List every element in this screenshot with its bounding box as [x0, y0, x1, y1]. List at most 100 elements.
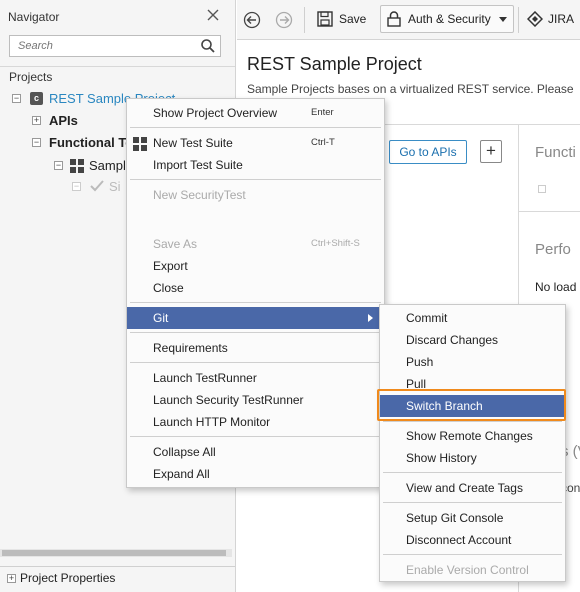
navigator-title: Navigator: [8, 10, 60, 24]
divider: [0, 566, 235, 567]
menu-separator: [130, 362, 381, 363]
menu-item-setup-git-console[interactable]: Setup Git Console: [380, 507, 565, 529]
menu-item-label: Disconnect Account: [406, 533, 512, 547]
menu-item-new-test-suite[interactable]: New Test Suite Ctrl-T: [127, 132, 384, 154]
projects-label: Projects: [9, 70, 53, 84]
save-button[interactable]: Save: [317, 5, 366, 33]
page-title: REST Sample Project: [247, 54, 422, 74]
menu-separator: [383, 421, 562, 422]
expand-icon[interactable]: +: [7, 574, 16, 583]
menu-item-label: Launch TestRunner: [153, 371, 257, 385]
menu-item-shortcut: Enter: [311, 107, 334, 118]
project-properties-label[interactable]: Project Properties: [20, 571, 115, 585]
menu-separator: [130, 332, 381, 333]
jira-button[interactable]: JIRA: [526, 5, 575, 33]
menu-item-git[interactable]: Git: [127, 307, 384, 329]
menu-item-label: Import Test Suite: [153, 158, 243, 172]
menu-item-shortcut: Ctrl+Shift-S: [311, 238, 360, 249]
save-label: Save: [339, 12, 367, 26]
menu-item-discard-changes[interactable]: Discard Changes: [380, 329, 565, 351]
menu-item-label: Launch HTTP Monitor: [153, 415, 271, 429]
menu-item-label: New SecurityTest: [153, 188, 246, 202]
menu-separator: [130, 302, 381, 303]
project-icon: c: [30, 92, 43, 105]
context-menu: Show Project Overview Enter New Test Sui…: [126, 98, 385, 488]
menu-item-label: Show Project Overview: [153, 106, 278, 120]
collapse-icon[interactable]: −: [12, 94, 21, 103]
close-icon[interactable]: [206, 8, 220, 22]
menu-item-import-test-suite[interactable]: Import Test Suite: [127, 154, 384, 176]
menu-item-shortcut: Ctrl-T: [311, 137, 335, 148]
chevron-right-icon: [368, 314, 373, 322]
git-submenu: Commit Discard Changes Push Pull Switch …: [379, 304, 566, 582]
menu-item-close[interactable]: Close: [127, 277, 384, 299]
menu-item-launch-testrunner[interactable]: Launch TestRunner: [127, 367, 384, 389]
test-suite-icon: [70, 159, 84, 173]
menu-item-commit[interactable]: Commit: [380, 307, 565, 329]
menu-item-label: Enable Version Control: [406, 563, 529, 577]
menu-item-label: Expand All: [153, 467, 210, 481]
collapse-icon[interactable]: −: [72, 182, 81, 191]
menu-item-enable-version-control: Enable Version Control: [380, 559, 565, 581]
menu-item-show-project-overview[interactable]: Show Project Overview Enter: [127, 102, 384, 124]
lock-icon: [387, 11, 401, 27]
menu-item-launch-http-monitor[interactable]: Launch HTTP Monitor: [127, 411, 384, 433]
menu-separator: [383, 502, 562, 503]
search-input[interactable]: [10, 36, 190, 56]
menu-item-export[interactable]: Export: [127, 255, 384, 277]
add-button[interactable]: +: [480, 140, 502, 163]
menu-item-label: Launch Security TestRunner: [153, 393, 304, 407]
auth-security-button[interactable]: Auth & Security: [380, 5, 514, 33]
back-icon[interactable]: [243, 11, 261, 32]
auth-security-label: Auth & Security: [408, 12, 491, 26]
test-suite-label: Sampl: [89, 158, 126, 173]
go-to-apis-button[interactable]: Go to APIs: [389, 140, 467, 164]
menu-item-push[interactable]: Push: [380, 351, 565, 373]
menu-item-collapse-all[interactable]: Collapse All: [127, 441, 384, 463]
forward-icon[interactable]: [275, 11, 293, 32]
menu-item-label: Save As: [153, 237, 198, 251]
performance-title: Perfo: [535, 241, 571, 258]
divider: [518, 7, 519, 33]
scrollbar-thumb[interactable]: [2, 550, 226, 556]
chevron-down-icon: [498, 16, 507, 22]
collapse-icon[interactable]: −: [54, 161, 63, 170]
toolbar: Save Auth & Security JIRA: [237, 0, 580, 40]
menu-item-label: Show History: [406, 451, 477, 465]
menu-item-label: Show Remote Changes: [406, 429, 533, 443]
expand-icon[interactable]: +: [32, 116, 41, 125]
check-icon: [90, 179, 104, 199]
menu-item-show-history[interactable]: Show History: [380, 447, 565, 469]
menu-item-label: Discard Changes: [406, 333, 499, 347]
search-icon[interactable]: [200, 38, 216, 54]
menu-item-save-as: Save As Ctrl+Shift-S: [127, 233, 384, 255]
project-description: Sample Projects bases on a virtualized R…: [247, 82, 574, 96]
horizontal-scrollbar[interactable]: [0, 549, 232, 557]
highlight-box: [377, 389, 566, 421]
menu-separator: [130, 436, 381, 437]
menu-item-expand-all[interactable]: Expand All: [127, 463, 384, 485]
test-case-label: Si: [109, 179, 121, 194]
menu-separator: [130, 179, 381, 180]
menu-item-label: Close: [153, 281, 184, 295]
jira-label: JIRA: [548, 12, 575, 26]
menu-item-label: View and Create Tags: [406, 481, 523, 495]
menu-item-label: Setup Git Console: [406, 511, 504, 525]
divider: [519, 211, 580, 212]
divider: [0, 66, 235, 67]
menu-item-label: Requirements: [153, 341, 228, 355]
menu-item-launch-security-testrunner[interactable]: Launch Security TestRunner: [127, 389, 384, 411]
collapse-icon[interactable]: −: [32, 138, 41, 147]
menu-item-label: Collapse All: [153, 445, 216, 459]
no-load-text: No load: [535, 280, 577, 294]
menu-item-label: New Test Suite: [153, 136, 233, 150]
menu-item-requirements[interactable]: Requirements: [127, 337, 384, 359]
expand-icon[interactable]: [538, 185, 546, 193]
menu-item-label: Push: [406, 355, 434, 369]
menu-item-disconnect-account[interactable]: Disconnect Account: [380, 529, 565, 551]
menu-item-label: Commit: [406, 311, 448, 325]
menu-item-show-remote-changes[interactable]: Show Remote Changes: [380, 425, 565, 447]
menu-item-view-create-tags[interactable]: View and Create Tags: [380, 477, 565, 499]
jira-icon: [526, 10, 544, 28]
search-field[interactable]: [9, 35, 221, 57]
